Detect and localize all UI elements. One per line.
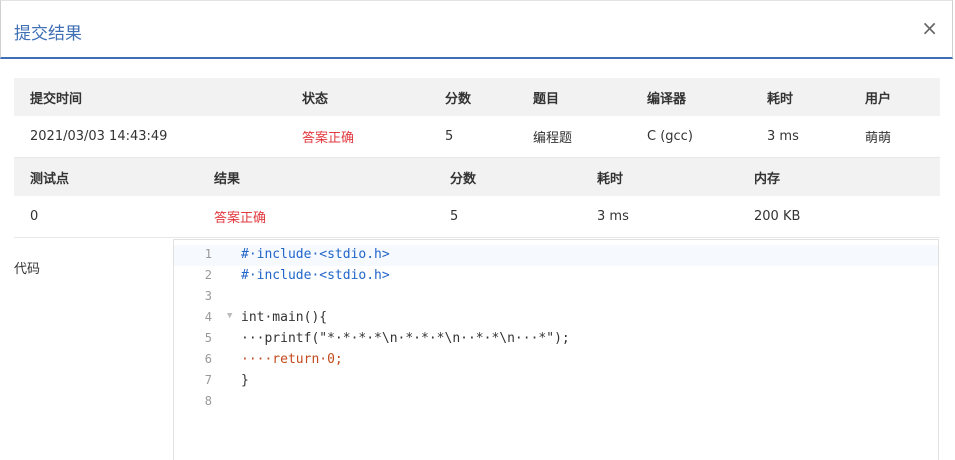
col-tp-score: 分数	[450, 171, 477, 187]
testpoint-row: 0 答案正确 5 3 ms 200 KB	[14, 196, 940, 238]
col-compiler: 编译器	[647, 91, 687, 107]
modal-header: 提交结果 ×	[0, 0, 953, 59]
col-problem: 题目	[533, 91, 560, 107]
code-text: ····return·0;	[241, 352, 343, 367]
code-line: 6 ····return·0;	[174, 350, 938, 371]
compiler-value: C (gcc)	[647, 129, 693, 144]
modal-title: 提交结果	[14, 24, 82, 44]
time-value: 3 ms	[767, 129, 799, 144]
code-text: #·include·<stdio.h>	[241, 268, 390, 283]
testpoint-score: 5	[450, 209, 459, 224]
line-number: 1	[204, 247, 212, 261]
code-line: 5 ···printf("*·*·*·*\n·*·*·*\n··*·*\n···…	[174, 329, 938, 350]
status-badge: 答案正确	[302, 131, 355, 146]
code-line: 1 #·include·<stdio.h>	[174, 245, 938, 266]
line-number: 8	[204, 394, 212, 408]
problem-link[interactable]: 编程题	[533, 116, 572, 157]
testpoint-id: 0	[30, 209, 39, 224]
submit-time: 2021/03/03 14:43:49	[30, 129, 168, 144]
line-number: 5	[204, 331, 212, 345]
col-score: 分数	[445, 91, 472, 107]
user-link[interactable]: 萌萌	[865, 116, 891, 157]
code-line: 3	[174, 287, 938, 308]
line-number: 4	[204, 310, 212, 324]
fold-arrow-icon[interactable]: ▼	[227, 311, 232, 321]
col-result: 结果	[214, 171, 241, 187]
line-number: 2	[204, 268, 212, 282]
code-text: #·include·<stdio.h>	[241, 247, 390, 262]
col-memory: 内存	[754, 171, 781, 187]
testpoint-time: 3 ms	[597, 209, 629, 224]
line-number: 6	[204, 352, 212, 366]
col-tp-time: 耗时	[597, 171, 624, 187]
line-number: 3	[204, 289, 212, 303]
code-text: }	[241, 373, 249, 388]
code-label: 代码	[14, 262, 41, 277]
col-testpoint: 测试点	[30, 171, 70, 187]
col-user: 用户	[865, 91, 892, 107]
code-text: ···printf("*·*·*·*\n·*·*·*\n··*·*\n···*"…	[241, 331, 570, 346]
line-number: 7	[204, 373, 212, 387]
col-time: 耗时	[767, 91, 794, 107]
code-line: 7 }	[174, 371, 938, 392]
close-icon[interactable]: ×	[921, 18, 938, 38]
testpoint-header-row: 测试点 结果 分数 耗时 内存	[14, 158, 940, 196]
code-text: int·main(){	[241, 310, 328, 325]
testpoint-memory: 200 KB	[754, 209, 801, 224]
testpoint-result: 答案正确	[214, 211, 267, 226]
code-line: 8	[174, 392, 938, 413]
col-status: 状态	[302, 91, 329, 107]
submission-header-row: 提交时间 状态 分数 题目 编译器 耗时 用户	[14, 78, 940, 116]
submission-row: 2021/03/03 14:43:49 答案正确 5 编程题 C (gcc) 3…	[14, 116, 940, 158]
code-editor[interactable]: 1 #·include·<stdio.h> 2 #·include·<stdio…	[173, 239, 939, 460]
code-line: 2 #·include·<stdio.h>	[174, 266, 938, 287]
score-value: 5	[445, 129, 454, 144]
code-line: 4 ▼ int·main(){	[174, 308, 938, 329]
col-submit-time: 提交时间	[30, 91, 83, 107]
